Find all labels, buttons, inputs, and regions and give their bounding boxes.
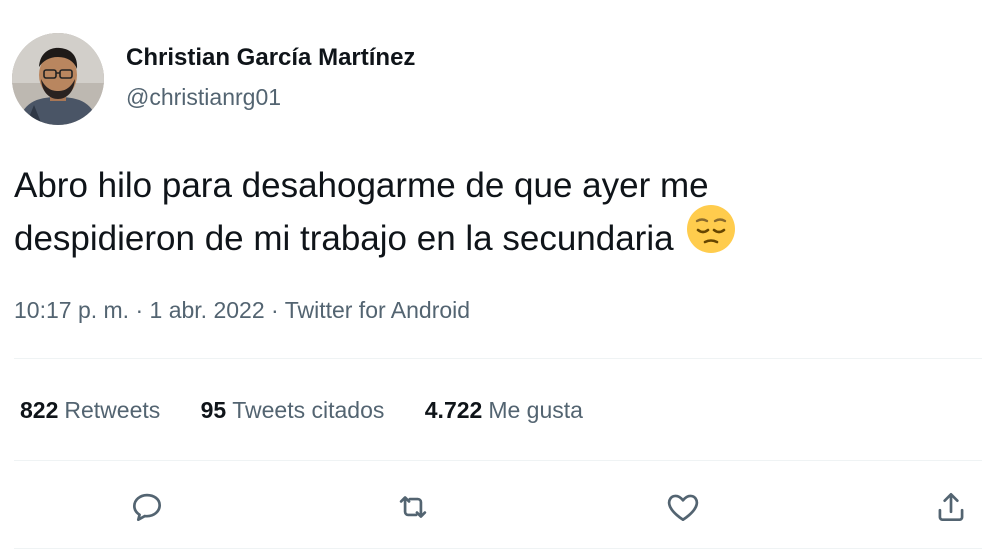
share-button[interactable]: [932, 488, 970, 526]
tweet-card: Christian García Martínez @christianrg01…: [0, 0, 990, 556]
profile-photo-icon: [12, 33, 104, 125]
heart-icon: [667, 494, 699, 522]
likes-label: Me gusta: [488, 397, 583, 423]
tweet-date[interactable]: 1 abr. 2022: [150, 297, 265, 323]
tweet-text-line-2: despidieron de mi trabajo en la secundar…: [14, 205, 974, 269]
divider: [14, 548, 982, 549]
reply-icon: [132, 493, 162, 522]
quote-tweets-stat[interactable]: 95 Tweets citados: [201, 395, 385, 425]
display-name[interactable]: Christian García Martínez: [126, 43, 415, 73]
meta-separator: ·: [135, 297, 144, 323]
retweets-label: Retweets: [64, 397, 161, 423]
meta-separator: ·: [271, 297, 279, 323]
tweet-stats: 822 Retweets 95 Tweets citados 4.722 Me gus…: [20, 395, 617, 425]
retweet-button[interactable]: [394, 488, 432, 526]
user-handle[interactable]: @christianrg01: [126, 82, 281, 112]
tweet-source[interactable]: Twitter for Android: [285, 297, 470, 323]
divider: [14, 358, 982, 359]
share-icon: [938, 492, 964, 522]
reply-button[interactable]: [128, 488, 166, 526]
tweet-text-line-1: Abro hilo para desahogarme de que ayer m…: [14, 166, 709, 205]
tweet-time[interactable]: 10:17 p. m.: [14, 297, 129, 323]
retweets-count: 822: [20, 397, 59, 423]
tweet-meta: 10:17 p. m. · 1 abr. 2022 · Twitter for …: [14, 295, 470, 325]
avatar[interactable]: [12, 33, 104, 125]
retweets-stat[interactable]: 822 Retweets: [20, 395, 160, 425]
pensive-face-emoji-icon: [686, 204, 736, 269]
likes-count: 4.722: [424, 397, 483, 423]
like-button[interactable]: [664, 488, 702, 526]
quotes-count: 95: [200, 397, 227, 423]
tweet-text: Abro hilo para desahogarme de que ayer m…: [14, 160, 974, 269]
retweet-icon: [399, 496, 427, 518]
likes-stat[interactable]: 4.722 Me gusta: [425, 395, 583, 425]
tweet-text-line-2-content: despidieron de mi trabajo en la secundar…: [14, 218, 674, 258]
divider: [14, 460, 982, 461]
quotes-label: Tweets citados: [232, 397, 385, 423]
